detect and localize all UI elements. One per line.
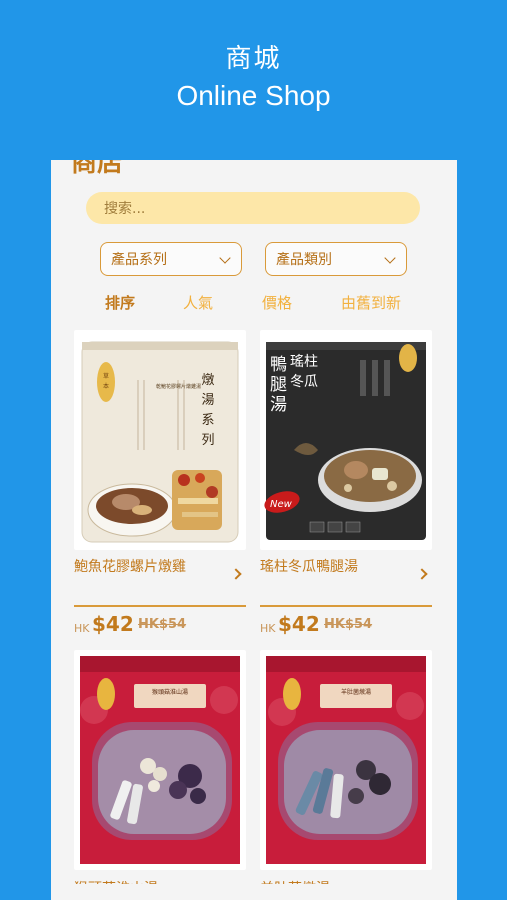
currency-label: HK bbox=[260, 622, 276, 635]
new-badge: New bbox=[270, 499, 293, 510]
category-dropdown-label: 產品類別 bbox=[276, 252, 332, 268]
chevron-down-icon bbox=[219, 252, 231, 264]
sort-bar: 排序 人氣 價格 由舊到新 bbox=[51, 292, 457, 314]
current-price: $42 bbox=[278, 612, 320, 636]
pack-series-text: 燉 bbox=[201, 373, 214, 388]
chevron-right-icon[interactable] bbox=[416, 568, 428, 580]
svg-text:冬瓜: 冬瓜 bbox=[290, 374, 318, 390]
sort-option-popularity[interactable]: 人氣 bbox=[183, 292, 213, 313]
product-image[interactable]: 猴頭菇淮山湯 bbox=[74, 650, 246, 870]
original-price: HK$54 bbox=[138, 617, 187, 632]
page-title: 商店 bbox=[71, 160, 124, 178]
pack-label: 羊肚菌燉湯 bbox=[341, 688, 371, 696]
svg-text:系: 系 bbox=[201, 413, 214, 428]
price-row: HK $42 HK$54 bbox=[74, 612, 246, 638]
sort-option-price[interactable]: 價格 bbox=[262, 292, 292, 313]
series-dropdown[interactable]: 產品系列 bbox=[100, 242, 242, 276]
chevron-down-icon bbox=[384, 252, 396, 264]
pack-title-a: 鴨 bbox=[270, 355, 287, 375]
search-input[interactable]: 搜索... bbox=[86, 192, 420, 224]
product-name[interactable]: 鮑魚花膠螺片燉雞 bbox=[74, 556, 224, 576]
promo-title-en: Online Shop bbox=[176, 80, 331, 111]
series-dropdown-label: 產品系列 bbox=[111, 252, 167, 268]
product-image[interactable]: 草 本 燉 湯 系 列 乾鮑花膠螺片燉雞湯 bbox=[74, 330, 246, 550]
product-image[interactable]: 羊肚菌燉湯 bbox=[260, 650, 432, 870]
app-header: 商店 bbox=[51, 160, 457, 178]
svg-text:草: 草 bbox=[103, 372, 109, 380]
svg-text:腿: 腿 bbox=[270, 375, 287, 395]
product-card[interactable]: 草 本 燉 湯 系 列 乾鮑花膠螺片燉雞湯 鮑魚花膠螺片燉雞 HK $42 HK… bbox=[74, 330, 246, 636]
search-placeholder: 搜索... bbox=[104, 201, 146, 217]
pack-label: 猴頭菇淮山湯 bbox=[152, 688, 188, 696]
svg-text:本: 本 bbox=[103, 382, 109, 390]
svg-text:湯: 湯 bbox=[201, 393, 214, 408]
product-card[interactable]: 鴨 腿 湯 瑤柱 冬瓜 New 瑤柱冬瓜鴨腿湯 HK $42 HK$54 bbox=[260, 330, 432, 636]
svg-text:列: 列 bbox=[201, 433, 214, 448]
chevron-right-icon[interactable] bbox=[230, 568, 242, 580]
product-card[interactable]: 羊肚菌燉湯 羊肚菌燉湯 bbox=[260, 650, 432, 884]
price-row: HK $42 HK$54 bbox=[260, 612, 432, 638]
product-card[interactable]: 猴頭菇淮山湯 猴頭菇淮山湯 bbox=[74, 650, 246, 884]
sort-label: 排序 bbox=[105, 294, 136, 312]
product-image[interactable]: 鴨 腿 湯 瑤柱 冬瓜 New bbox=[260, 330, 432, 550]
product-name[interactable]: 羊肚菌燉湯 bbox=[260, 878, 330, 884]
product-name[interactable]: 瑤柱冬瓜鴨腿湯 bbox=[260, 556, 410, 576]
phone-screen: 商店 搜索... 產品系列 產品類別 排序 人氣 價格 由舊到新 草 本 燉 湯 bbox=[51, 160, 457, 900]
divider bbox=[260, 605, 432, 607]
current-price: $42 bbox=[92, 612, 134, 636]
category-dropdown[interactable]: 產品類別 bbox=[265, 242, 407, 276]
svg-text:瑤柱: 瑤柱 bbox=[290, 354, 318, 370]
svg-text:湯: 湯 bbox=[270, 395, 287, 415]
svg-text:乾鮑花膠螺片燉雞湯: 乾鮑花膠螺片燉雞湯 bbox=[156, 383, 201, 390]
sort-option-oldest[interactable]: 由舊到新 bbox=[341, 292, 401, 313]
divider bbox=[74, 605, 246, 607]
currency-label: HK bbox=[74, 622, 90, 635]
product-name[interactable]: 猴頭菇淮山湯 bbox=[74, 878, 158, 884]
promo-title-zh: 商城 bbox=[225, 44, 282, 74]
original-price: HK$54 bbox=[324, 617, 373, 632]
